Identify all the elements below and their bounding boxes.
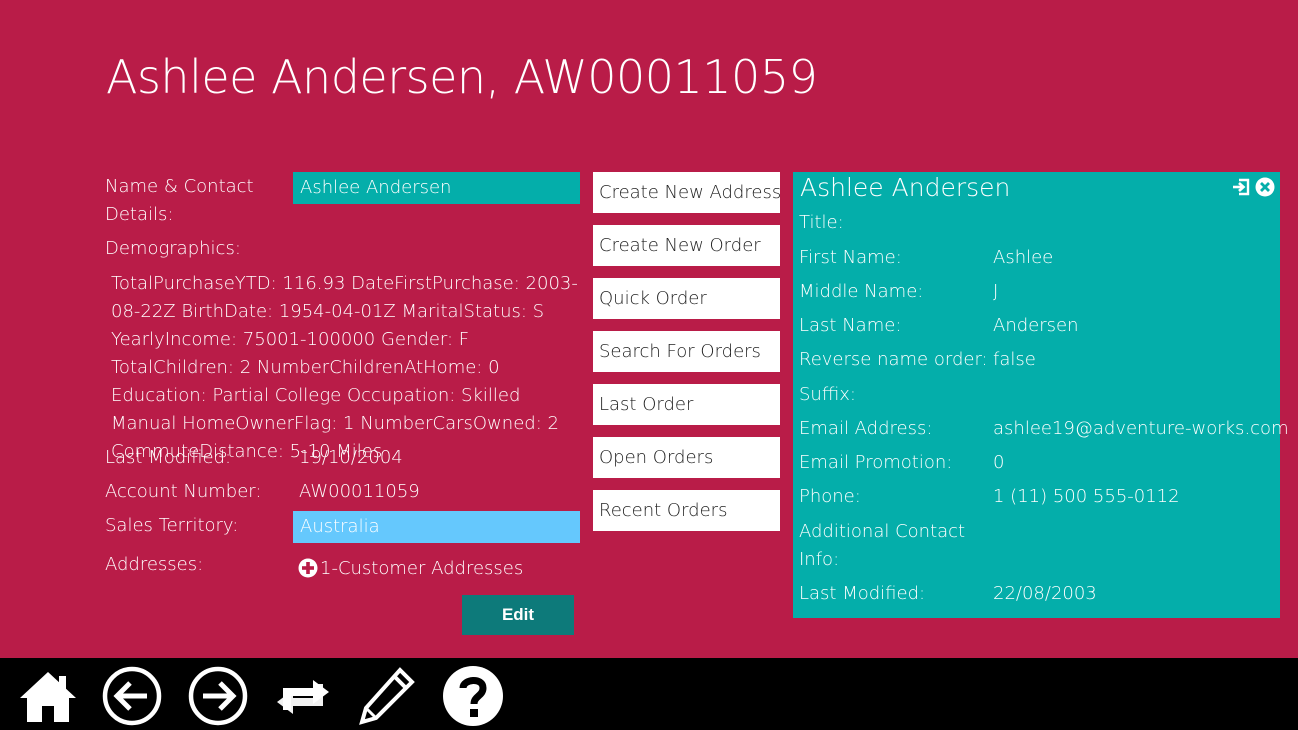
last-order-button[interactable]: Last Order (593, 384, 780, 425)
phone-label: Phone: (799, 486, 861, 507)
account-number-label: Account Number: (105, 481, 262, 502)
last-name-value: Andersen (993, 315, 1079, 336)
name-contact-label: Name & Contact Details: (105, 176, 254, 225)
customer-page: Ashlee Andersen, AW00011059 Name & Conta… (0, 0, 1298, 730)
panel-last-modified-label: Last Modified: (799, 583, 926, 604)
first-name-value: Ashlee (993, 247, 1054, 268)
email-address-value: ashlee19@adventure-works.com (993, 418, 1289, 439)
addresses-link[interactable]: 1-Customer Addresses (298, 554, 523, 582)
swap-icon (277, 680, 329, 714)
name-contact-field[interactable]: Ashlee Andersen (293, 172, 580, 204)
email-address-label: Email Address: (799, 418, 933, 439)
panel-icons (1231, 177, 1275, 197)
quick-order-button[interactable]: Quick Order (593, 278, 780, 319)
home-button[interactable] (16, 666, 80, 726)
home-icon (20, 672, 76, 722)
add-circle-icon (298, 558, 318, 578)
phone-value: 1 (11) 500 555-0112 (993, 486, 1180, 507)
forward-icon (188, 666, 248, 726)
create-new-address-button[interactable]: Create New Address (593, 172, 780, 213)
edit-toolbar-button[interactable] (356, 666, 420, 726)
back-button[interactable] (101, 666, 165, 726)
sales-territory-label: Sales Territory: (105, 515, 239, 536)
suffix-label: Suffix: (799, 384, 856, 405)
help-icon (443, 666, 503, 726)
help-button[interactable] (441, 666, 505, 726)
open-orders-button[interactable]: Open Orders (593, 437, 780, 478)
sales-territory-field[interactable]: Australia (293, 511, 580, 543)
account-number-value: AW00011059 (299, 481, 420, 502)
last-modified-label: Last Modified: (105, 447, 232, 468)
panel-last-modified-value: 22/08/2003 (993, 583, 1097, 604)
forward-button[interactable] (186, 666, 250, 726)
email-promotion-label: Email Promotion: (799, 452, 953, 473)
contact-panel: Ashlee Andersen Title: First Name: Ashle… (793, 172, 1289, 618)
middle-name-label: Middle Name: (799, 281, 924, 302)
demographics-text: TotalPurchaseYTD: 116.93 DateFirstPurcha… (111, 273, 578, 462)
last-name-label: Last Name: (799, 315, 902, 336)
last-modified-value: 19/10/2004 (299, 447, 403, 468)
additional-contact-info-label: Additional Contact Info: (799, 521, 966, 570)
first-name-label: First Name: (799, 247, 902, 268)
swap-button[interactable] (271, 666, 335, 726)
addresses-link-label: 1-Customer Addresses (320, 557, 524, 579)
reverse-name-order-label: Reverse name order: (799, 349, 988, 370)
edit-button[interactable]: Edit (462, 595, 574, 635)
middle-name-value: J (993, 281, 999, 302)
close-icon[interactable] (1255, 177, 1275, 197)
open-icon[interactable] (1231, 177, 1251, 197)
create-new-order-button[interactable]: Create New Order (593, 225, 780, 266)
page-title: Ashlee Andersen, AW00011059 (106, 50, 818, 104)
bottom-app-bar (0, 658, 1298, 730)
panel-title: Ashlee Andersen (800, 173, 1011, 202)
recent-orders-button[interactable]: Recent Orders (593, 490, 780, 531)
email-promotion-value: 0 (993, 452, 1005, 473)
title-label: Title: (799, 212, 844, 233)
demographics-label: Demographics: (105, 238, 241, 259)
addresses-label: Addresses: (105, 554, 204, 575)
back-icon (102, 666, 162, 726)
search-for-orders-button[interactable]: Search For Orders (593, 331, 780, 372)
edit-icon (359, 667, 415, 725)
reverse-name-order-value: false (993, 349, 1036, 370)
